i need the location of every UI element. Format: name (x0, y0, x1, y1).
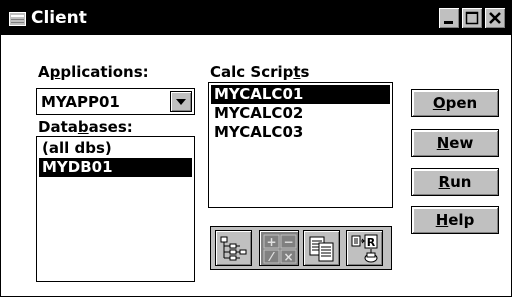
close-button[interactable] (484, 7, 506, 29)
database-item-mydb01[interactable]: MYDB01 (39, 158, 192, 177)
calculator-icon: + − ⁄ × (263, 234, 297, 264)
calc-scripts-listbox[interactable]: MYCALC01 MYCALC02 MYCALC03 (208, 82, 393, 208)
new-button[interactable]: New (411, 129, 499, 157)
report-tool-button[interactable]: R (346, 230, 383, 266)
report-icon: R (351, 234, 378, 263)
applications-selected-value: MYAPP01 (41, 93, 120, 111)
calc-script-item-mycalc02[interactable]: MYCALC02 (211, 104, 390, 123)
calc-script-item-mycalc03[interactable]: MYCALC03 (211, 123, 390, 142)
applications-label: Applications: (38, 63, 149, 81)
toolbar: + − ⁄ × R (210, 226, 392, 270)
copy-tool-button[interactable] (303, 230, 340, 266)
help-button[interactable]: Help (411, 206, 499, 234)
calc-glyph-plus: + (266, 235, 276, 249)
window-icon[interactable] (9, 11, 26, 26)
title-bar[interactable]: Client (1, 1, 511, 35)
databases-listbox[interactable]: (all dbs) MYDB01 (36, 136, 195, 282)
calc-script-item-mycalc01[interactable]: MYCALC01 (211, 85, 390, 104)
dropdown-arrow-button[interactable] (170, 91, 192, 112)
databases-label: Databases: (38, 118, 133, 136)
applications-combobox[interactable]: MYAPP01 (36, 88, 195, 115)
client-window: Client Applications: MYAPP01 Databases: … (0, 0, 512, 297)
open-button[interactable]: Open (411, 89, 499, 117)
calculator-tool-button[interactable]: + − ⁄ × (259, 230, 299, 266)
outline-icon (220, 236, 247, 261)
maximize-button[interactable] (461, 7, 483, 29)
calc-scripts-label: Calc Scripts (210, 63, 310, 81)
database-item-all[interactable]: (all dbs) (39, 139, 192, 158)
minimize-button[interactable] (438, 7, 460, 29)
svg-text:R: R (367, 236, 376, 249)
calc-glyph-multiply: × (283, 250, 293, 264)
calc-glyph-minus: − (283, 235, 293, 249)
outline-tool-button[interactable] (215, 230, 252, 266)
run-button[interactable]: Run (411, 168, 499, 196)
copy-icon (309, 236, 334, 262)
window-title: Client (31, 8, 87, 28)
chevron-down-icon (176, 99, 186, 105)
